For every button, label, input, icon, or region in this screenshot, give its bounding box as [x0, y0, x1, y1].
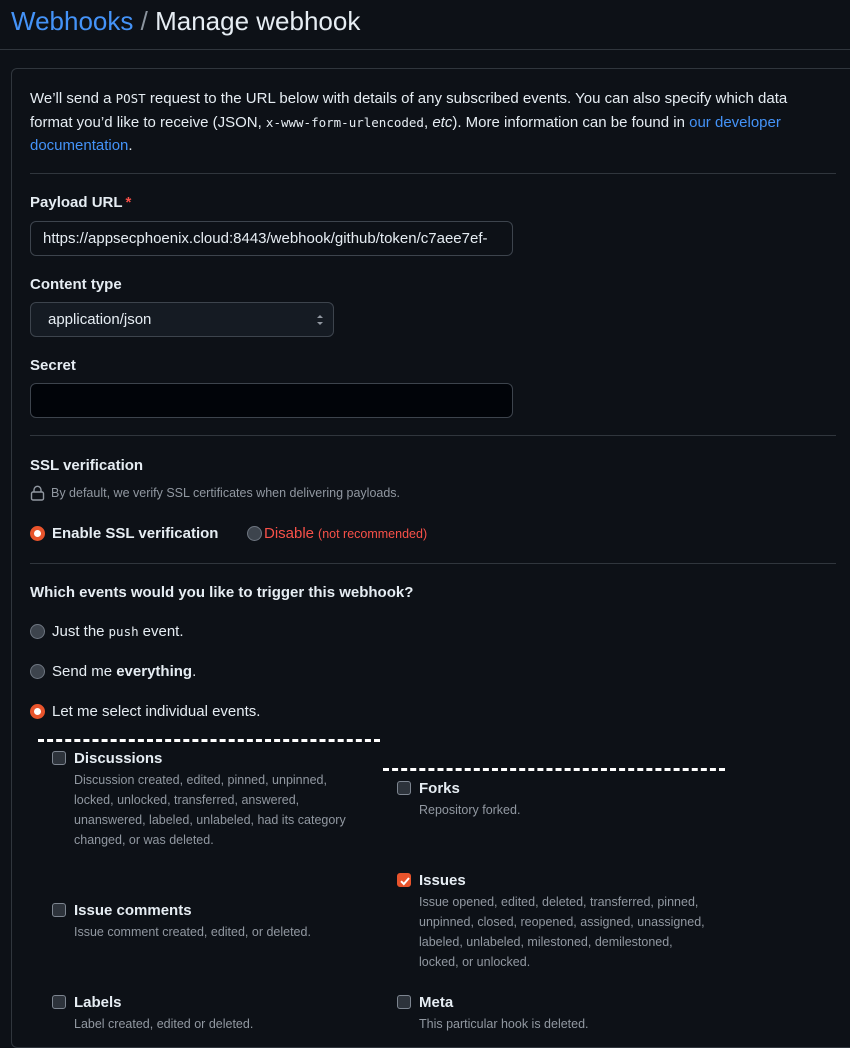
content-type-label: Content type — [30, 276, 122, 293]
required-mark: * — [125, 194, 132, 211]
ssl-note-text: By default, we verify SSL certificates w… — [51, 486, 401, 500]
breadcrumb-separator: / — [140, 6, 148, 36]
intro-text: We’ll send a POST request to the URL bel… — [30, 90, 788, 154]
event-meta[interactable]: Meta This particular hook is deleted. — [396, 992, 706, 1034]
ssl-disable-radio[interactable] — [247, 526, 262, 541]
secret-input[interactable] — [30, 383, 513, 418]
events-individual-radio[interactable] — [30, 704, 45, 719]
event-labels-label: Labels — [74, 993, 122, 1011]
event-issue-comments-desc: Issue comment created, edited, or delete… — [74, 925, 311, 939]
event-forks-checkbox[interactable] — [397, 781, 411, 795]
divider — [30, 435, 836, 436]
events-option-everything[interactable]: Send me everything. — [30, 663, 196, 680]
event-discussions-desc: Discussion created, edited, pinned, unpi… — [74, 773, 346, 847]
event-discussions-checkbox[interactable] — [52, 751, 66, 765]
event-issue-comments[interactable]: Issue comments Issue comment created, ed… — [51, 900, 361, 942]
events-individual-label: Let me select individual events. — [52, 703, 261, 720]
event-issues-checkbox[interactable] — [397, 873, 411, 887]
lock-icon — [30, 485, 45, 501]
ssl-note: By default, we verify SSL certificates w… — [30, 485, 400, 501]
event-meta-checkbox[interactable] — [397, 995, 411, 1009]
event-forks-label: Forks — [419, 779, 460, 797]
ssl-enable-label: Enable SSL verification — [52, 525, 219, 542]
event-meta-desc: This particular hook is deleted. — [419, 1017, 589, 1031]
ssl-enable-option[interactable]: Enable SSL verification — [30, 525, 218, 542]
event-labels-checkbox[interactable] — [52, 995, 66, 1009]
event-discussions-label: Discussions — [74, 749, 163, 767]
check-icon — [400, 877, 410, 886]
urlencoded-code: x-www-form-urlencoded — [265, 114, 424, 130]
page-title: Webhooks / Manage webhook — [11, 4, 360, 38]
events-push-radio[interactable] — [30, 624, 45, 639]
event-issues[interactable]: Issues Issue opened, edited, deleted, tr… — [396, 870, 706, 972]
ssl-verification-label: SSL verification — [30, 457, 144, 474]
event-issues-desc: Issue opened, edited, deleted, transferr… — [419, 895, 705, 969]
push-code: push — [108, 624, 139, 639]
ssl-disable-note: (not recommended) — [318, 526, 428, 541]
event-issues-label: Issues — [419, 871, 466, 889]
ssl-enable-radio[interactable] — [30, 526, 45, 541]
event-issue-comments-label: Issue comments — [74, 901, 192, 919]
events-question: Which events would you like to trigger t… — [30, 584, 414, 601]
content-type-select[interactable]: application/json — [30, 302, 334, 337]
dashed-marker-right — [383, 768, 725, 771]
post-code: POST — [115, 91, 146, 106]
event-labels[interactable]: Labels Label created, edited or deleted. — [51, 992, 361, 1034]
select-arrows-icon — [317, 315, 323, 325]
ssl-disable-option[interactable]: Disable (not recommended) — [247, 525, 427, 542]
breadcrumb-current: Manage webhook — [155, 6, 361, 36]
payload-url-label: Payload URL * — [30, 194, 132, 211]
content-type-selected: application/json — [48, 311, 152, 328]
event-discussions[interactable]: Discussions Discussion created, edited, … — [51, 748, 361, 850]
secret-label: Secret — [30, 357, 76, 374]
events-option-push[interactable]: Just the push event. — [30, 623, 184, 640]
divider — [30, 173, 836, 174]
events-option-individual[interactable]: Let me select individual events. — [30, 703, 260, 720]
ssl-disable-label: Disable — [264, 525, 315, 542]
payload-url-input[interactable] — [30, 221, 513, 256]
event-labels-desc: Label created, edited or deleted. — [74, 1017, 254, 1031]
event-forks[interactable]: Forks Repository forked. — [396, 778, 706, 820]
breadcrumb-webhooks-link[interactable]: Webhooks — [11, 6, 133, 36]
page-header: Webhooks / Manage webhook — [0, 0, 850, 50]
event-forks-desc: Repository forked. — [419, 803, 521, 817]
dashed-marker-left — [38, 739, 380, 742]
event-issue-comments-checkbox[interactable] — [52, 903, 66, 917]
event-meta-label: Meta — [419, 993, 454, 1011]
events-everything-radio[interactable] — [30, 664, 45, 679]
divider — [30, 563, 836, 564]
